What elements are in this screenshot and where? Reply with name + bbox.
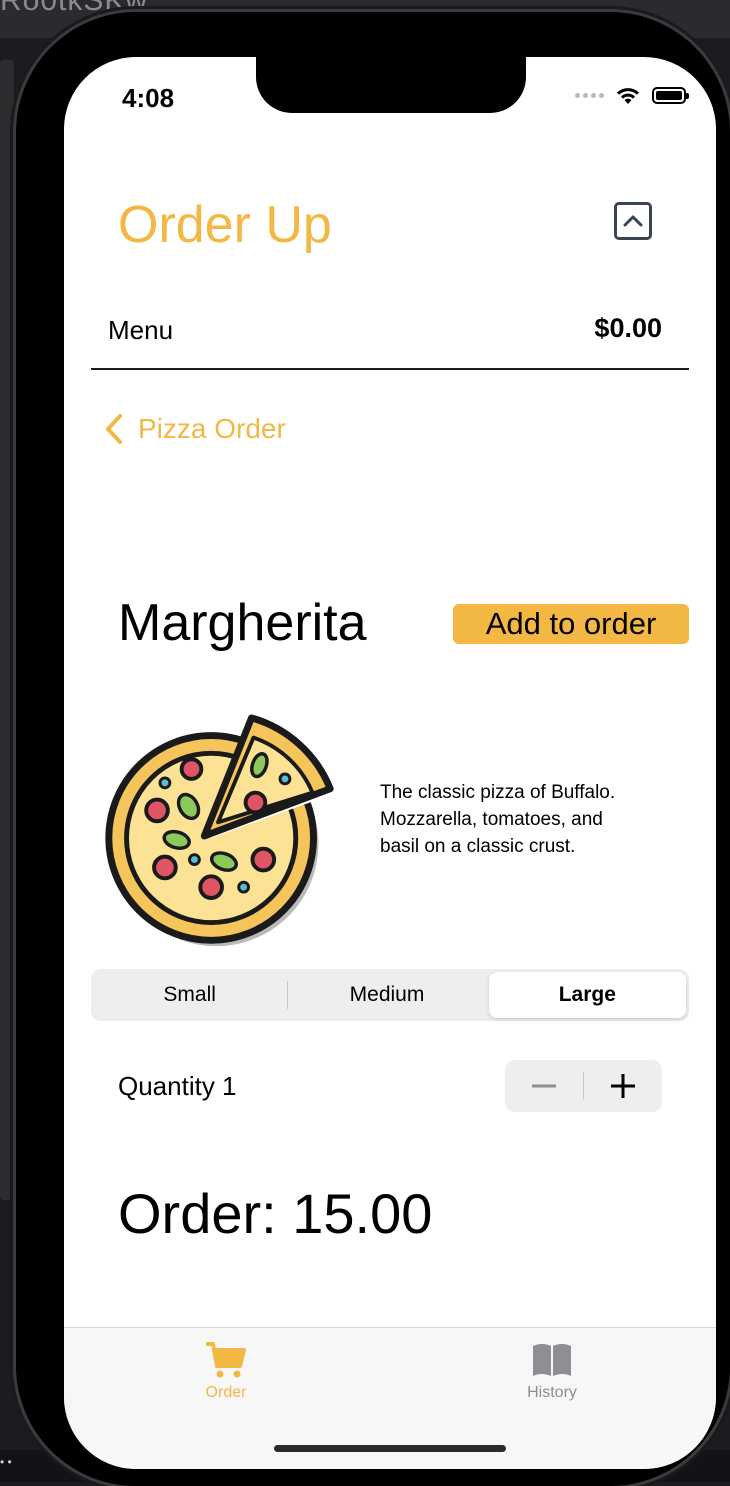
- size-option-large[interactable]: Large: [488, 972, 686, 1018]
- status-indicators: [575, 85, 689, 105]
- background-dots: • •: [0, 1455, 12, 1469]
- order-total: Order: 15.00: [118, 1182, 433, 1245]
- app-title: Order Up: [118, 196, 332, 254]
- home-indicator: [274, 1445, 506, 1452]
- pizza-icon: [105, 714, 334, 947]
- cart-icon: [206, 1342, 246, 1378]
- header-divider: [91, 368, 689, 370]
- tab-order[interactable]: Order: [166, 1340, 286, 1402]
- status-time: 4:08: [122, 83, 175, 113]
- collapse-button[interactable]: [614, 202, 652, 240]
- size-option-small[interactable]: Small: [91, 969, 289, 1021]
- device-notch: [256, 57, 526, 113]
- size-option-medium[interactable]: Medium: [288, 969, 485, 1021]
- quantity-stepper: [505, 1060, 662, 1112]
- menu-total: $0.00: [594, 313, 662, 343]
- product-description: The classic pizza of Buffalo. Mozzarella…: [380, 782, 616, 857]
- wifi-icon: [617, 88, 639, 104]
- background-window-edge: [0, 60, 14, 1200]
- device-frame: 4:08 Order Up Menu $0.00 Pizza Order Mar…: [16, 12, 730, 1486]
- battery-icon: [652, 86, 689, 104]
- add-to-order-button[interactable]: Add to order: [453, 604, 689, 644]
- plus-icon: [611, 1074, 635, 1098]
- chevron-up-icon: [623, 215, 643, 227]
- product-name: Margherita: [118, 594, 367, 652]
- back-button-label: Pizza Order: [138, 413, 286, 444]
- device-screen: 4:08 Order Up Menu $0.00 Pizza Order Mar…: [64, 57, 716, 1469]
- tab-history[interactable]: History: [492, 1340, 612, 1402]
- increment-button[interactable]: [584, 1060, 662, 1112]
- minus-icon: [532, 1084, 556, 1088]
- quantity-label: Quantity 1: [118, 1071, 237, 1101]
- back-button[interactable]: Pizza Order: [104, 413, 286, 445]
- menu-label: Menu: [108, 315, 174, 345]
- book-icon: [533, 1344, 571, 1376]
- tab-order-label: Order: [205, 1384, 247, 1401]
- size-picker: Small Medium Large: [91, 969, 689, 1021]
- decrement-button[interactable]: [505, 1060, 583, 1112]
- cellular-signal-icon: [575, 92, 604, 98]
- chevron-left-icon: [106, 414, 122, 444]
- tab-history-label: History: [527, 1384, 577, 1401]
